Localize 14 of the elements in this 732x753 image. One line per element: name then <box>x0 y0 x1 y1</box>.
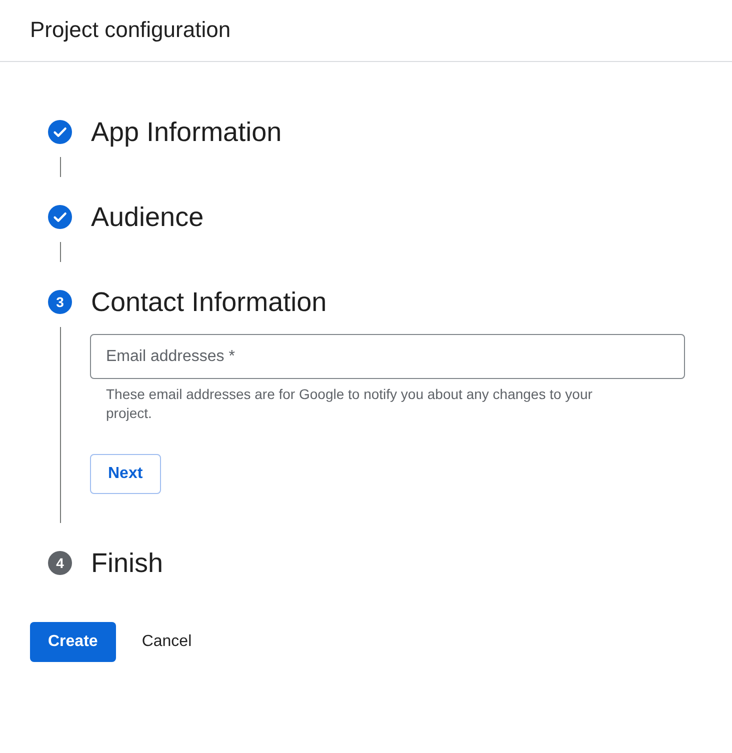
step-title: Audience <box>91 201 204 234</box>
step-number: 3 <box>48 290 72 314</box>
create-button[interactable]: Create <box>30 622 116 662</box>
step-title: Contact Information <box>91 286 327 319</box>
step-title: Finish <box>91 547 164 580</box>
page-title: Project configuration <box>30 17 231 44</box>
check-circle-icon <box>48 120 72 144</box>
check-circle-icon <box>48 205 72 229</box>
helper-text: These email addresses are for Google to notify you about any changes to your project. <box>106 385 594 423</box>
cancel-button[interactable]: Cancel <box>126 622 208 662</box>
step-number: 4 <box>48 551 72 575</box>
next-button[interactable]: Next <box>90 454 161 494</box>
email-input-field[interactable]: Email addresses * <box>90 334 685 379</box>
step-title: App Information <box>91 116 282 149</box>
